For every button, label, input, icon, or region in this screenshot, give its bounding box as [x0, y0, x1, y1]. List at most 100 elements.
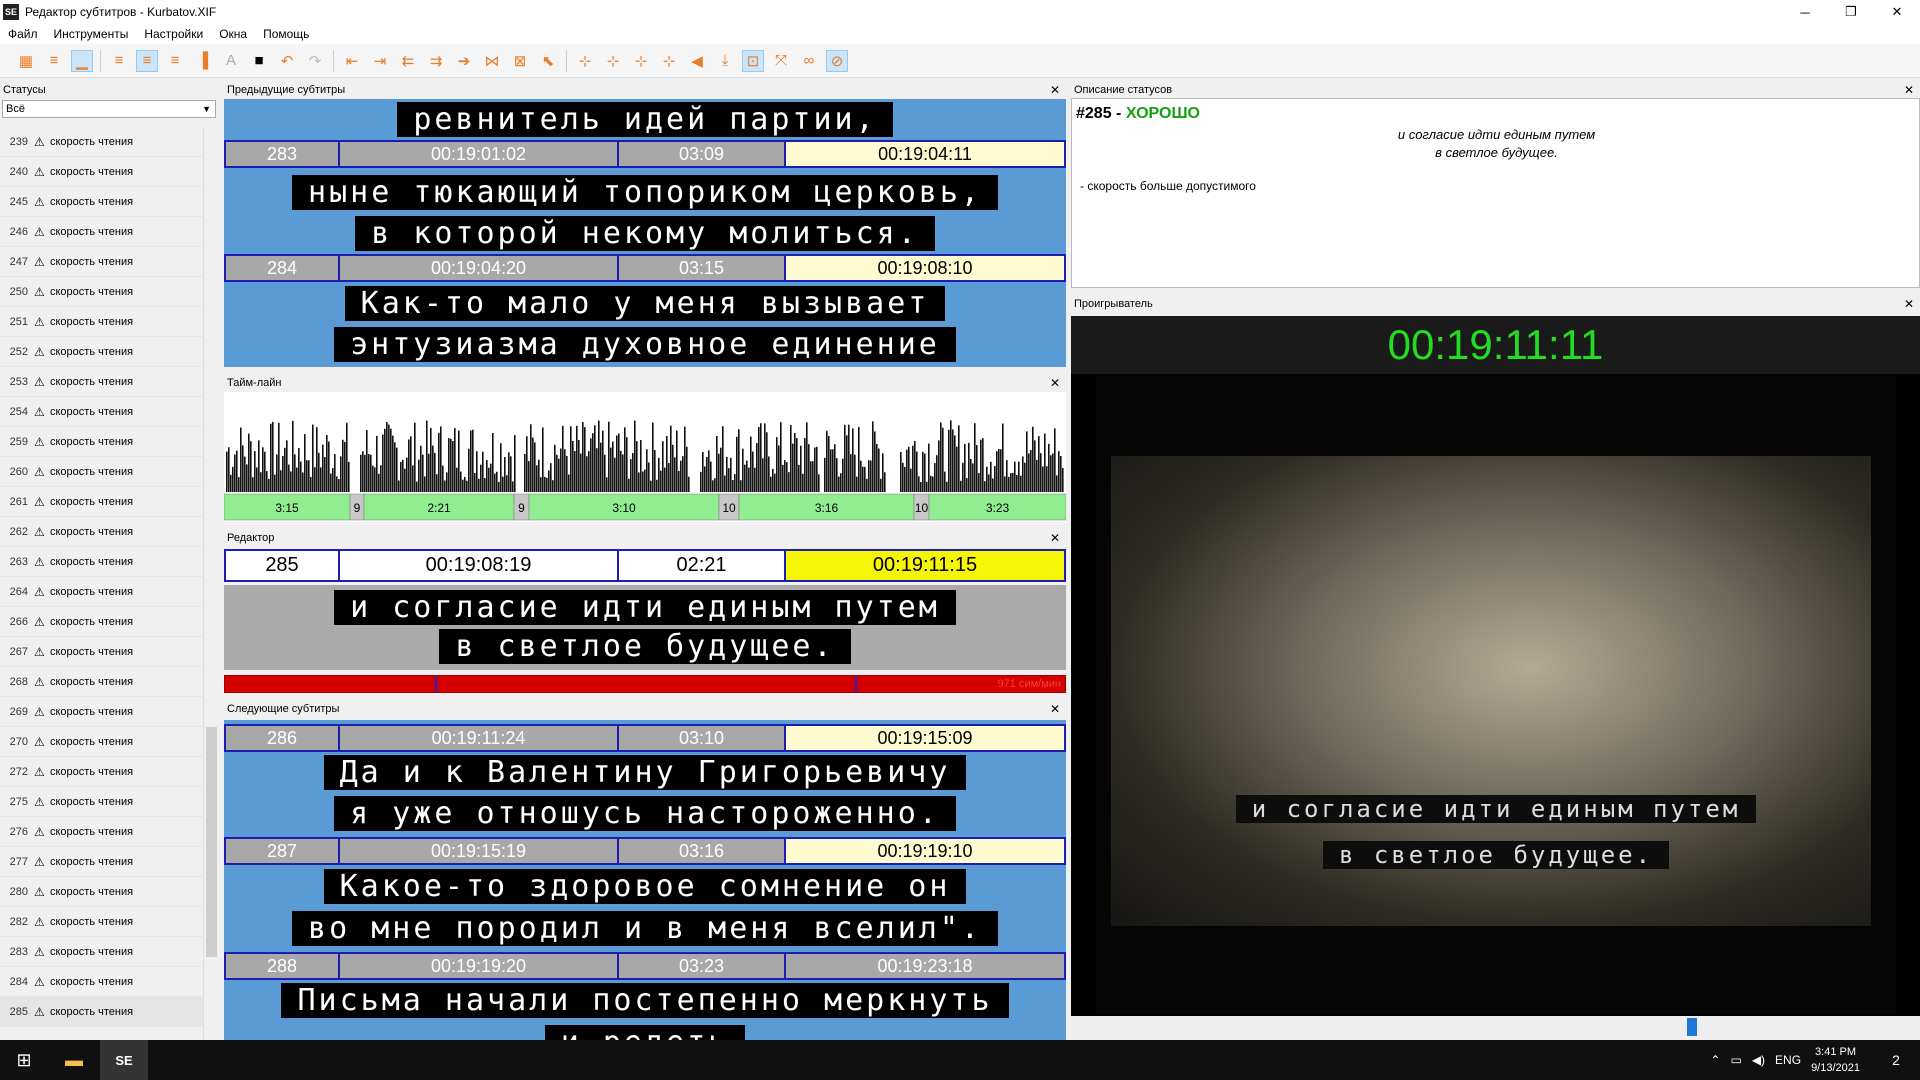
list-item[interactable]: 269 ⚠ скорость чтения — [0, 697, 203, 727]
list-item[interactable]: 250 ⚠ скорость чтения — [0, 277, 203, 307]
list-item[interactable]: 251 ⚠ скорость чтения — [0, 307, 203, 337]
list-item[interactable]: 247 ⚠ скорость чтения — [0, 247, 203, 277]
close-icon[interactable]: ✕ — [1050, 530, 1060, 546]
list-item[interactable]: 240 ⚠ скорость чтения — [0, 157, 203, 187]
list-item[interactable]: 266 ⚠ скорость чтения — [0, 607, 203, 637]
sync-icon[interactable]: ⊘ — [826, 49, 848, 72]
redo-icon[interactable]: ↷ — [304, 50, 326, 72]
menu-settings[interactable]: Настройки — [136, 27, 211, 41]
list-item[interactable]: 275 ⚠ скорость чтения — [0, 787, 203, 817]
subtitle-edit-taskbar-icon[interactable]: SE — [100, 1040, 148, 1080]
split-icon[interactable]: ⊠ — [509, 50, 531, 72]
seek-handle[interactable] — [1687, 1018, 1697, 1036]
subtitle-meta-284[interactable]: 284 00:19:04:20 03:15 00:19:08:10 — [224, 254, 1066, 282]
notifications-icon[interactable]: 2 — [1882, 1048, 1910, 1072]
windows-start-icon[interactable]: ⊞ — [0, 1040, 48, 1080]
close-button[interactable]: ✕ — [1874, 0, 1920, 24]
list-item[interactable]: 262 ⚠ скорость чтения — [0, 517, 203, 547]
list-item[interactable]: 245 ⚠ скорость чтения — [0, 187, 203, 217]
menu-help[interactable]: Помощь — [255, 27, 317, 41]
subtitle-meta-283[interactable]: 283 00:19:01:02 03:09 00:19:04:11 — [224, 140, 1066, 168]
marker-icon[interactable]: ◀ — [686, 50, 708, 72]
text-color-icon[interactable]: A — [220, 50, 242, 72]
set-end-icon[interactable]: ⇥ — [369, 50, 391, 72]
list-item[interactable]: 259 ⚠ скорость чтения — [0, 427, 203, 457]
timeline-waveform[interactable]: 3:15 9 2:21 9 3:10 10 3:16 10 3:23 — [223, 392, 1067, 522]
editor-meta-row[interactable]: 285 00:19:08:19 02:21 00:19:11:15 — [224, 549, 1066, 582]
subtitle-meta-286[interactable]: 286 00:19:11:24 03:10 00:19:15:09 — [224, 724, 1066, 752]
move-start-icon[interactable]: ⇇ — [397, 50, 419, 72]
background-color-icon[interactable]: ■ — [248, 50, 270, 72]
network-icon[interactable]: ▭ — [1730, 1053, 1741, 1067]
seek-bar[interactable] — [1071, 1016, 1920, 1040]
shift-forward-icon[interactable]: ➔ — [453, 50, 475, 72]
subtitle-meta-288[interactable]: 288 00:19:19:20 03:23 00:19:23:18 — [224, 952, 1066, 980]
link-icon[interactable]: ∞ — [798, 50, 820, 72]
goto-icon[interactable]: ⤓ — [714, 50, 736, 72]
list-item[interactable]: 276 ⚠ скорость чтения — [0, 817, 203, 847]
tray-chevron-icon[interactable]: ⌃ — [1710, 1053, 1720, 1067]
undo-icon[interactable]: ↶ — [276, 50, 298, 72]
fit-icon[interactable]: ⊡ — [742, 49, 764, 72]
list-item[interactable]: 246 ⚠ скорость чтения — [0, 217, 203, 247]
list-item[interactable]: 272 ⚠ скорость чтения — [0, 757, 203, 787]
snap-right-icon[interactable]: ⊹ — [630, 50, 652, 72]
list-item[interactable]: 263 ⚠ скорость чтения — [0, 547, 203, 577]
merge-icon[interactable]: ⋈ — [481, 50, 503, 72]
next-subtitles-view[interactable]: Да и к Валентину Григорьевичу я уже отно… — [224, 720, 1066, 1040]
list-item[interactable]: 264 ⚠ скорость чтения — [0, 577, 203, 607]
list-item[interactable]: 252 ⚠ скорость чтения — [0, 337, 203, 367]
minimize-button[interactable]: ─ — [1782, 0, 1828, 24]
close-icon[interactable]: ✕ — [1904, 82, 1914, 98]
close-icon[interactable]: ✕ — [1050, 82, 1060, 98]
list-item[interactable]: 253 ⚠ скорость чтения — [0, 367, 203, 397]
menu-tools[interactable]: Инструменты — [46, 27, 137, 41]
language-indicator[interactable]: ENG — [1775, 1053, 1801, 1067]
volume-icon[interactable]: ◀) — [1752, 1053, 1765, 1067]
clock[interactable]: 3:41 PM 9/13/2021 — [1811, 1044, 1860, 1076]
align-center-icon[interactable]: ≡ — [136, 49, 158, 72]
list-item[interactable]: 283 ⚠ скорость чтения — [0, 937, 203, 967]
list-item[interactable]: 239 ⚠ скорость чтения — [0, 127, 203, 157]
list-item[interactable]: 270 ⚠ скорость чтения — [0, 727, 203, 757]
file-explorer-icon[interactable]: ▬ — [50, 1040, 98, 1080]
list-item[interactable]: 277 ⚠ скорость чтения — [0, 847, 203, 877]
snap-icon[interactable]: ⊹ — [574, 50, 596, 72]
menu-windows[interactable]: Окна — [211, 27, 255, 41]
select-icon[interactable]: ⬉ — [537, 50, 559, 72]
snap-left-icon[interactable]: ⊹ — [602, 50, 624, 72]
menu-file[interactable]: Файл — [0, 27, 46, 41]
list-item[interactable]: 254 ⚠ скорость чтения — [0, 397, 203, 427]
list-item[interactable]: 268 ⚠ скорость чтения — [0, 667, 203, 697]
status-filter-select[interactable]: Всё ▼ — [2, 100, 216, 118]
maximize-button[interactable]: ❐ — [1828, 0, 1874, 24]
editor-start[interactable]: 00:19:08:19 — [340, 551, 619, 580]
editor-number[interactable]: 285 — [226, 551, 340, 580]
close-icon[interactable]: ✕ — [1050, 701, 1060, 717]
list-item[interactable]: 267 ⚠ скорость чтения — [0, 637, 203, 667]
list-item[interactable]: 280 ⚠ скорость чтения — [0, 877, 203, 907]
unlink-icon[interactable]: ⤧ — [770, 50, 792, 72]
align-top-icon[interactable]: ≡ — [43, 50, 65, 72]
layout-icon[interactable]: ▦ — [15, 50, 37, 72]
subtitle-meta-287[interactable]: 287 00:19:15:19 03:16 00:19:19:10 — [224, 837, 1066, 865]
snap-both-icon[interactable]: ⊹ — [658, 50, 680, 72]
list-item[interactable]: 260 ⚠ скорость чтения — [0, 457, 203, 487]
text-position-icon[interactable]: ▐ — [192, 50, 214, 72]
list-item[interactable]: 261 ⚠ скорость чтения — [0, 487, 203, 517]
list-item[interactable]: 284 ⚠ скорость чтения — [0, 967, 203, 997]
align-bottom-icon[interactable]: ▁ — [71, 49, 93, 72]
list-item[interactable]: 285 ⚠ скорость чтения — [0, 997, 203, 1027]
move-end-icon[interactable]: ⇉ — [425, 50, 447, 72]
close-icon[interactable]: ✕ — [1904, 296, 1914, 312]
status-list-scrollbar[interactable] — [203, 127, 218, 1040]
video-player[interactable]: 00:19:11:11 и согласие идти единым путем… — [1071, 316, 1920, 1040]
editor-duration[interactable]: 02:21 — [619, 551, 786, 580]
set-start-icon[interactable]: ⇤ — [341, 50, 363, 72]
list-item[interactable]: 282 ⚠ скорость чтения — [0, 907, 203, 937]
editor-text-area[interactable]: и согласие идти единым путем в светлое б… — [224, 585, 1066, 670]
status-list[interactable]: 239 ⚠ скорость чтения 240 ⚠ скорость чтения 24… — [0, 127, 203, 1040]
scrollbar-thumb[interactable] — [206, 727, 217, 957]
close-icon[interactable]: ✕ — [1050, 375, 1060, 391]
align-left-icon[interactable]: ≡ — [108, 50, 130, 72]
